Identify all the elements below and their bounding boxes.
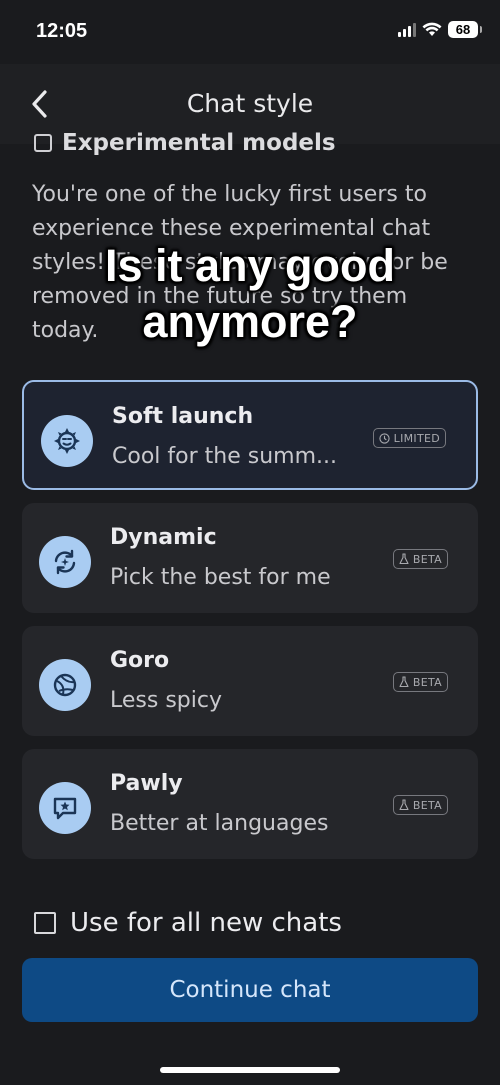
cellular-signal-icon [398, 22, 416, 37]
status-time: 12:05 [36, 20, 88, 42]
sun-face-icon [41, 415, 93, 467]
badge-label: BETA [412, 552, 442, 566]
style-subtitle: Cool for the summ... [112, 444, 337, 469]
beta-badge: BETA [392, 549, 448, 569]
badge-label: LIMITED [393, 431, 440, 445]
flask-icon [34, 134, 52, 152]
badge-label: BETA [412, 798, 442, 812]
refresh-sparkle-icon [39, 536, 91, 588]
style-card-dynamic[interactable]: Dynamic Pick the best for me BETA [22, 503, 478, 613]
style-subtitle: Less spicy [110, 688, 222, 713]
style-card-pawly[interactable]: Pawly Better at languages BETA [22, 749, 478, 859]
status-icons: 68 [398, 21, 482, 38]
flask-icon [399, 799, 409, 811]
home-indicator [160, 1067, 340, 1073]
flask-icon [399, 676, 409, 688]
use-for-all-checkbox[interactable] [34, 912, 56, 934]
style-subtitle: Pick the best for me [110, 565, 331, 590]
overlay-caption: Is it any good anymore? [104, 240, 396, 347]
page-title: Chat style [186, 89, 314, 118]
badge-label: BETA [412, 675, 442, 689]
flask-icon [399, 553, 409, 565]
style-name: Dynamic [110, 525, 217, 550]
style-name: Goro [110, 648, 170, 673]
use-for-all-label: Use for all new chats [70, 908, 342, 938]
globe-swirl-icon [39, 659, 91, 711]
battery-icon: 68 [448, 21, 482, 38]
section-heading-text: Experimental models [62, 132, 336, 156]
style-name: Pawly [110, 771, 183, 796]
status-bar: 12:05 68 [0, 0, 500, 64]
style-name: Soft launch [112, 404, 254, 429]
wifi-icon [422, 22, 442, 36]
style-subtitle: Better at languages [110, 811, 329, 836]
continue-chat-button[interactable]: Continue chat [22, 958, 478, 1022]
limited-badge: LIMITED [372, 428, 446, 448]
clock-icon [379, 432, 390, 444]
section-heading: Experimental models [34, 132, 474, 158]
style-card-goro[interactable]: Goro Less spicy BETA [22, 626, 478, 736]
use-for-all-option[interactable]: Use for all new chats [34, 908, 342, 938]
chat-star-icon [39, 782, 91, 834]
beta-badge: BETA [392, 672, 448, 692]
style-card-soft-launch[interactable]: Soft launch Cool for the summ... LIMITED [22, 380, 478, 490]
beta-badge: BETA [392, 795, 448, 815]
